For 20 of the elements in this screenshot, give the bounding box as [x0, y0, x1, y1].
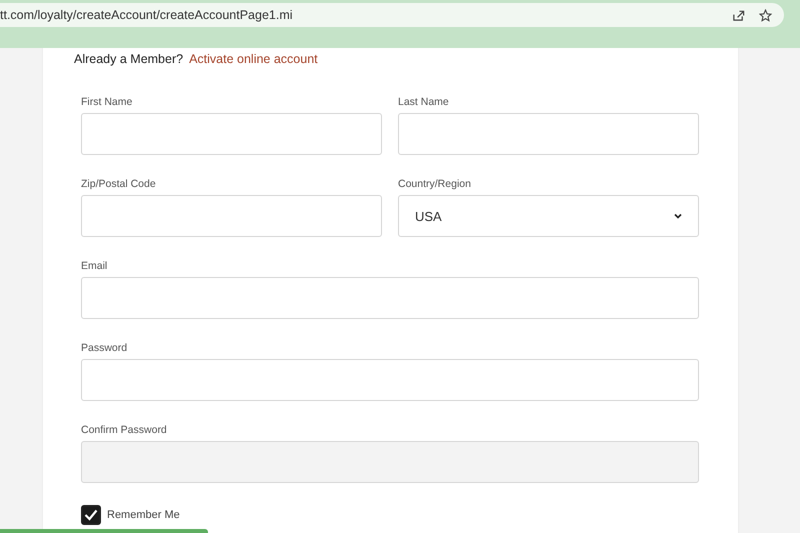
field-label: Last Name	[398, 96, 450, 108]
remember-label: Remember Me	[107, 509, 180, 521]
field-label: First Name	[81, 96, 134, 108]
member-prompt: Already a Member?	[74, 52, 184, 66]
chevron-down-icon	[674, 213, 682, 219]
input-field[interactable]	[398, 113, 699, 155]
field-label: Confirm Password	[81, 424, 168, 436]
field-label: Password	[81, 342, 128, 354]
input-field[interactable]	[81, 113, 382, 155]
input-field[interactable]	[81, 359, 699, 401]
input-field[interactable]	[81, 195, 382, 237]
field-label: Email	[81, 260, 108, 272]
star-icon[interactable]	[759, 8, 772, 22]
field-label: Country/Region	[398, 178, 472, 190]
field-label: Zip/Postal Code	[81, 178, 157, 190]
input-field[interactable]	[81, 277, 699, 319]
activate-account-link[interactable]: Activate online account	[189, 52, 318, 66]
remember-checkbox[interactable]	[81, 505, 101, 525]
share-icon[interactable]	[732, 8, 745, 22]
country-select[interactable]: USA	[398, 195, 699, 237]
